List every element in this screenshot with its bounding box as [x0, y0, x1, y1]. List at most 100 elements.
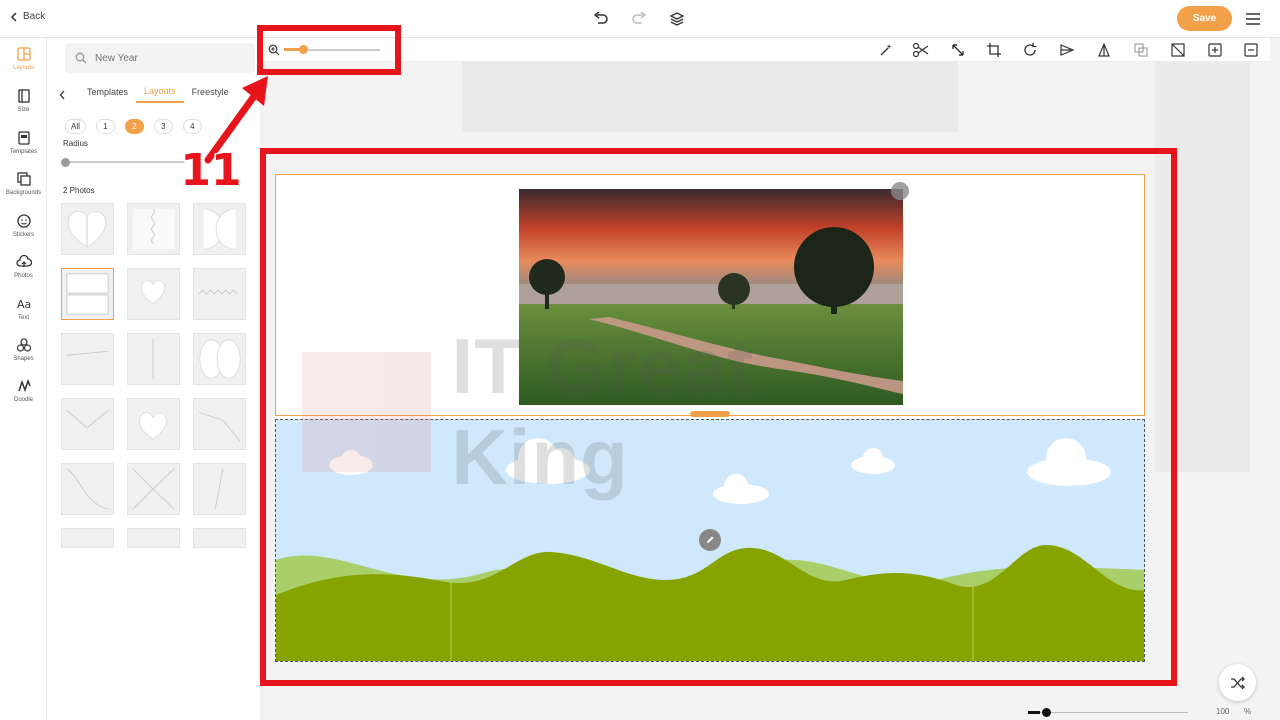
search-icon — [75, 52, 87, 64]
undo-icon[interactable] — [592, 10, 610, 28]
back-label: Back — [23, 11, 46, 22]
layout-thumb-selected[interactable] — [61, 268, 114, 320]
smiley-icon — [16, 214, 31, 228]
zoom-slider-handle[interactable] — [299, 45, 308, 54]
layout-thumb[interactable] — [61, 333, 114, 385]
step-number: 11 — [182, 143, 240, 193]
flip-vertical-icon[interactable] — [1096, 42, 1112, 58]
layout-thumb[interactable] — [127, 333, 180, 385]
svg-text:Aa: Aa — [17, 298, 31, 311]
text-icon: Aa — [17, 298, 31, 311]
collage-canvas — [275, 174, 1145, 662]
scissors-icon[interactable] — [912, 42, 930, 58]
bottom-zoom-handle[interactable] — [1042, 708, 1051, 717]
radius-slider-handle[interactable] — [61, 158, 70, 167]
zoom-slider-fill — [284, 48, 299, 51]
hamburger-menu-icon[interactable] — [1244, 11, 1262, 27]
tab-freestyle[interactable]: Freestyle — [184, 87, 237, 102]
bottom-zoom-bar: 100 % — [1020, 704, 1260, 720]
layout-thumb[interactable] — [193, 268, 246, 320]
layout-thumb[interactable] — [61, 398, 114, 450]
rail-label: Doodle — [13, 397, 33, 403]
filter-chip-all[interactable]: All — [65, 119, 86, 134]
magic-wand-icon[interactable] — [878, 42, 894, 58]
filter-chip-3[interactable]: 3 — [153, 119, 173, 134]
layout-thumb[interactable] — [193, 333, 246, 385]
left-rail: Layouts Size Templates Backgrounds Stick… — [0, 38, 47, 720]
layout-thumb[interactable] — [61, 203, 114, 255]
tab-layouts[interactable]: Layouts — [136, 86, 184, 103]
divider-drag-handle[interactable] — [690, 411, 730, 417]
save-button[interactable]: Save — [1177, 6, 1232, 31]
landscape-photo[interactable] — [519, 189, 903, 405]
rail-item-doodle[interactable]: Doodle — [0, 378, 47, 416]
layout-thumb[interactable] — [127, 268, 180, 320]
zoom-minus-box-icon[interactable] — [1243, 42, 1259, 58]
doodle-icon — [17, 378, 31, 393]
photo-slot-top[interactable] — [275, 174, 1145, 416]
rail-item-photos[interactable]: Photos — [0, 254, 47, 292]
rail-item-stickers[interactable]: Stickers — [0, 213, 47, 251]
chevron-left-icon — [10, 11, 17, 22]
rail-label: Photos — [14, 273, 33, 279]
redo-icon[interactable] — [630, 10, 648, 28]
crop-icon[interactable] — [986, 42, 1002, 58]
layout-thumb[interactable] — [193, 463, 246, 515]
zoom-percent-value: 100 — [1216, 707, 1230, 716]
edit-pencil-icon[interactable] — [699, 529, 721, 551]
rail-item-layouts[interactable]: Layouts — [0, 46, 47, 84]
backgrounds-icon — [16, 172, 31, 186]
layers-icon[interactable] — [668, 10, 686, 28]
step-number-badge: 11 11 — [182, 143, 240, 194]
layouts-panel: Templates Layouts Freestyle All 1 2 3 4 … — [47, 38, 260, 720]
filter-chip-2[interactable]: 2 — [124, 119, 144, 134]
layout-thumb[interactable] — [61, 463, 114, 515]
filter-chip-4[interactable]: 4 — [182, 119, 202, 134]
rotate-icon[interactable] — [1022, 42, 1038, 58]
edit-toolbar — [260, 38, 1270, 62]
layout-thumb[interactable] — [127, 203, 180, 255]
zoom-slider[interactable] — [260, 38, 395, 62]
zoom-percent-unit: % — [1244, 707, 1252, 716]
rail-item-text[interactable]: Aa Text — [0, 296, 47, 334]
resize-diagonal-icon[interactable] — [950, 42, 966, 58]
layout-thumb[interactable] — [127, 463, 180, 515]
rail-label: Size — [17, 107, 30, 113]
section-title: 2 Photos — [63, 186, 95, 195]
bottom-zoom-track[interactable] — [1028, 712, 1188, 713]
rail-item-shapes[interactable]: Shapes — [0, 337, 47, 375]
layout-thumb[interactable] — [127, 398, 180, 450]
ghost-panel — [462, 62, 958, 132]
rail-item-size[interactable]: Size — [0, 88, 47, 126]
shapes-icon — [16, 338, 31, 352]
search-box[interactable] — [65, 43, 255, 73]
layout-thumb[interactable] — [193, 528, 246, 548]
rail-label: Templates — [9, 149, 38, 155]
rail-item-templates[interactable]: Templates — [0, 130, 47, 168]
bottom-zoom-fill — [1028, 711, 1040, 714]
layout-thumb[interactable] — [127, 528, 180, 548]
remove-image-icon[interactable] — [1170, 42, 1186, 58]
rail-label: Backgrounds — [5, 190, 42, 196]
tab-templates[interactable]: Templates — [79, 87, 136, 102]
search-input[interactable] — [95, 52, 235, 64]
back-button[interactable]: Back — [10, 11, 45, 22]
rail-label: Layouts — [12, 65, 34, 71]
layout-thumb[interactable] — [193, 398, 246, 450]
layout-icon — [16, 47, 31, 61]
shuffle-icon — [1230, 676, 1245, 689]
rail-item-backgrounds[interactable]: Backgrounds — [0, 171, 47, 209]
radius-slider-track[interactable] — [65, 161, 185, 163]
layout-thumb[interactable] — [61, 528, 114, 548]
rail-label: Text — [17, 315, 29, 321]
filter-chip-1[interactable]: 1 — [95, 119, 115, 134]
remove-photo-icon[interactable] — [891, 182, 909, 200]
flip-horizontal-icon[interactable] — [1059, 42, 1075, 58]
zoom-plus-box-icon[interactable] — [1207, 42, 1223, 58]
canvas-workspace: IT Great King — [260, 62, 1280, 720]
panel-back-chevron-icon[interactable] — [55, 88, 69, 102]
replace-image-icon[interactable] — [1133, 42, 1149, 58]
shuffle-button[interactable] — [1219, 664, 1256, 701]
layout-thumb[interactable] — [193, 203, 246, 255]
zoom-in-icon[interactable] — [268, 44, 280, 56]
